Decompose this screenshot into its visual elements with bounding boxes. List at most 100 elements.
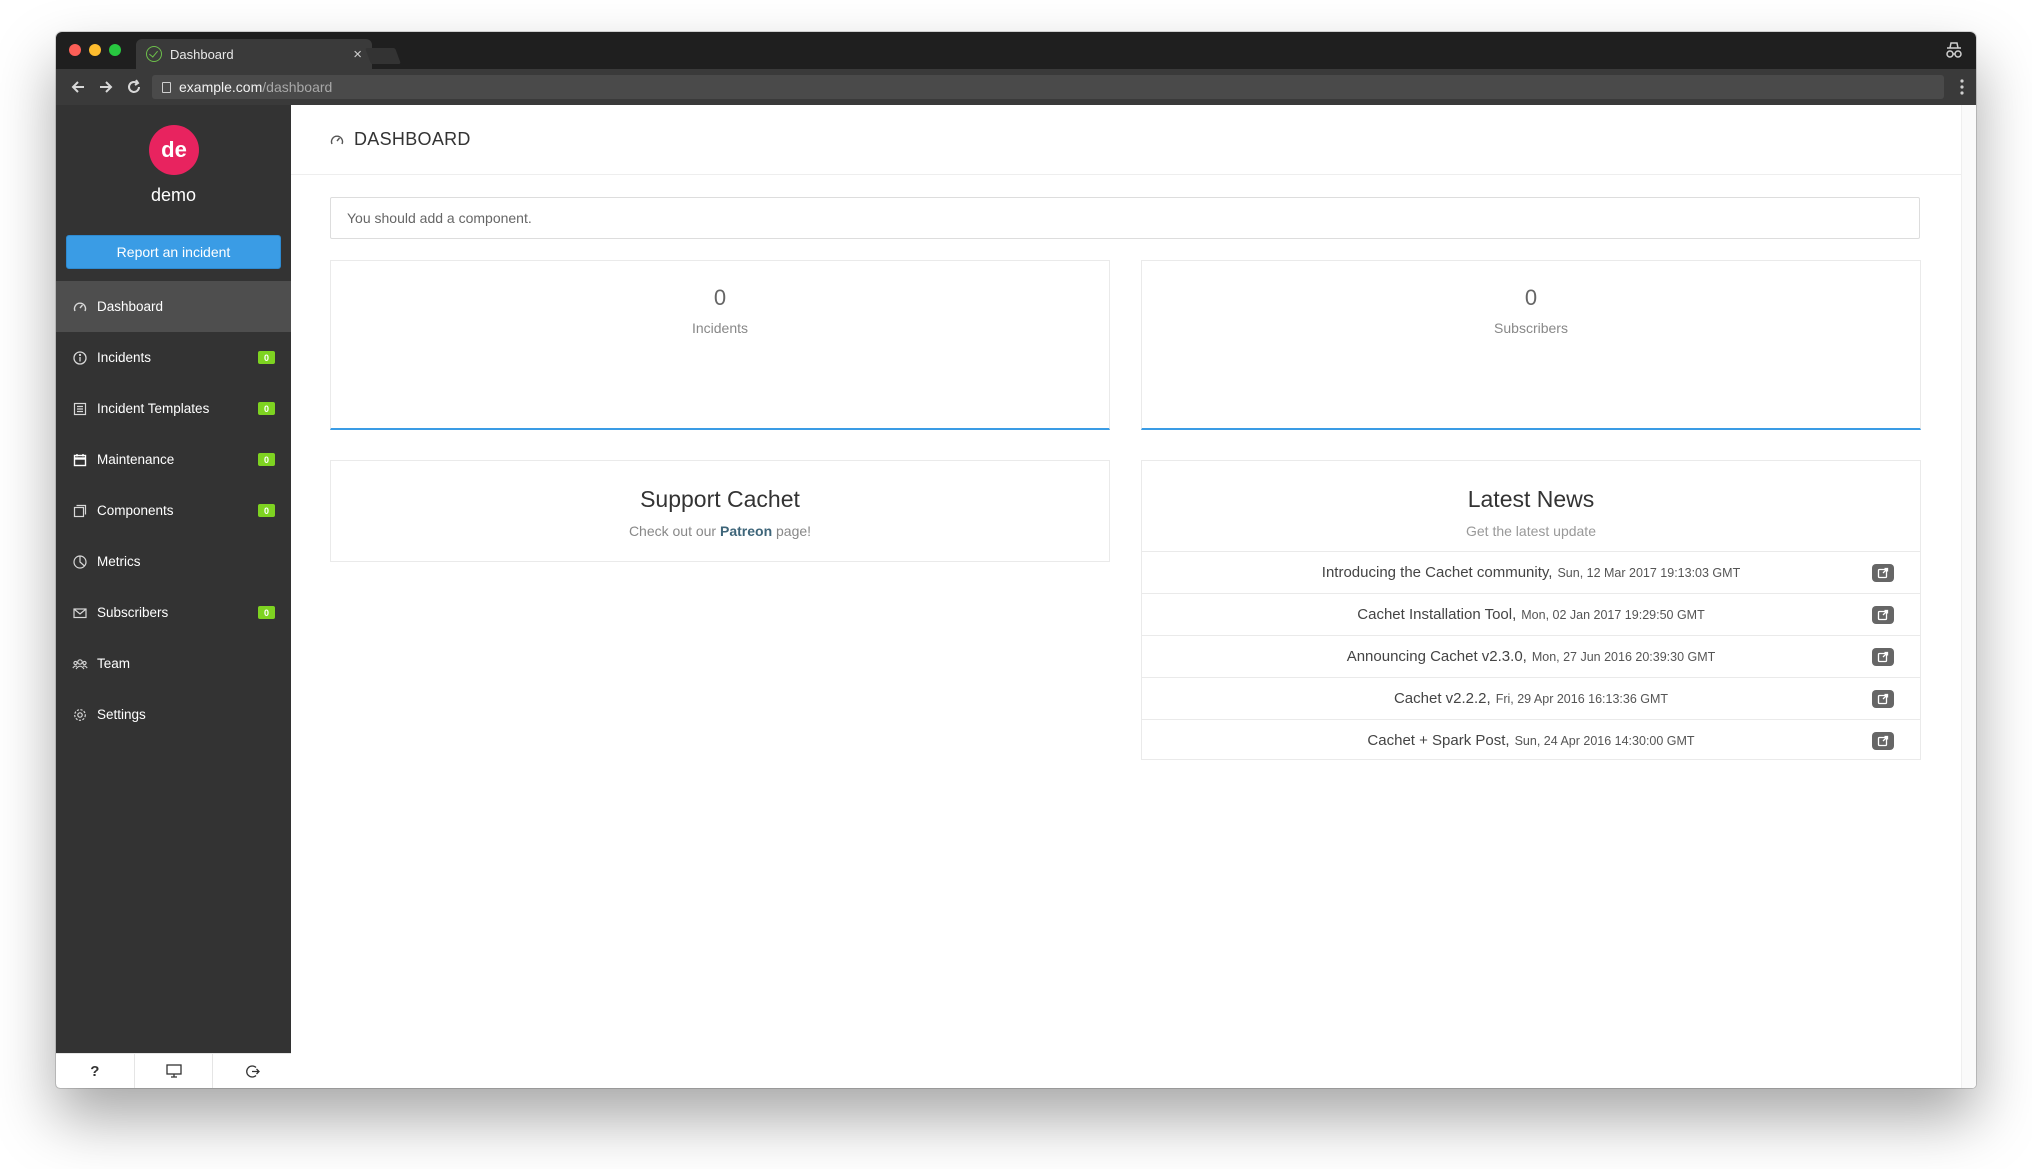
arrow-left-icon [71,81,84,93]
url-path: /dashboard [262,79,333,95]
sidebar-item-label: Team [97,656,131,671]
username: demo [150,185,197,205]
add-component-alert: You should add a component. [330,197,1920,239]
incidents-stat-card[interactable]: 0 Incidents [330,260,1110,430]
patreon-link[interactable]: Patreon [720,523,772,539]
new-tab-button[interactable] [365,48,401,64]
page-header: DASHBOARD [291,105,1961,175]
sidebar-item-team[interactable]: Team [56,638,291,689]
maximize-window-button[interactable] [109,44,121,56]
sidebar-item-incident-templates[interactable]: Incident Templates 0 [56,383,291,434]
main-content: DASHBOARD You should add a component. 0 … [291,105,1976,1088]
sidebar-nav: Dashboard Incidents 0 Incident Templates… [56,281,291,740]
news-title: Announcing Cachet v2.3.0, [1346,648,1527,665]
template-icon [72,401,88,417]
sidebar-item-incidents[interactable]: Incidents 0 [56,332,291,383]
pie-chart-icon [72,554,88,570]
news-title: Cachet Installation Tool, [1357,606,1517,623]
browser-window: Dashboard × example.com/dashboard de dem… [56,32,1976,1088]
sidebar-footer: ? [56,1053,291,1088]
browser-toolbar: example.com/dashboard [56,69,1976,105]
sidebar-item-metrics[interactable]: Metrics [56,536,291,587]
news-item[interactable]: Cachet Installation Tool, Mon, 02 Jan 201… [1142,593,1920,635]
address-bar[interactable]: example.com/dashboard [152,75,1944,99]
news-date: Mon, 27 Jun 2016 20:39:30 GMT [1531,649,1716,664]
sidebar: de demo Report an incident Dashboard Inc… [56,105,291,1088]
sidebar-item-settings[interactable]: Settings [56,689,291,740]
help-button[interactable]: ? [56,1054,135,1088]
card-title: Latest News [1467,486,1595,512]
news-title: Cachet v2.2.2, [1393,690,1491,707]
news-item[interactable]: Cachet v2.2.2, Fri, 29 Apr 2016 16:13:36 … [1142,677,1920,719]
url-host: example.com [179,79,263,95]
dashboard-icon [330,132,346,148]
subscribers-stat-card[interactable]: 0 Subscribers [1141,260,1921,430]
news-item[interactable]: Cachet + Spark Post, Sun, 24 Apr 2016 14:… [1142,719,1920,761]
arrow-right-icon [100,81,113,93]
news-date: Sun, 24 Apr 2016 14:30:00 GMT [1514,733,1695,748]
logout-button[interactable] [213,1054,291,1088]
external-link-icon[interactable] [1872,648,1894,666]
page-icon [162,81,171,93]
news-date: Mon, 02 Jan 2017 19:29:50 GMT [1521,607,1705,622]
envelope-icon [72,605,88,621]
card-title: Support Cachet [640,486,800,512]
news-list: Introducing the Cachet community, Sun, 12… [1142,551,1920,761]
news-title: Introducing the Cachet community, [1321,564,1553,581]
stat-value: 0 [1524,285,1538,310]
news-item[interactable]: Introducing the Cachet community, Sun, 12… [1142,551,1920,593]
tab-title: Dashboard [170,46,234,62]
check-circle-icon [146,46,162,62]
latest-news-card: Latest News Get the latest update Introd… [1141,460,1921,760]
status-page-button[interactable] [135,1054,214,1088]
browser-tab[interactable]: Dashboard × [136,39,372,69]
reload-icon [128,79,140,93]
sidebar-item-dashboard[interactable]: Dashboard [56,281,291,332]
sidebar-item-maintenance[interactable]: Maintenance 0 [56,434,291,485]
back-button[interactable] [64,73,92,101]
news-item[interactable]: Announcing Cachet v2.3.0, Mon, 27 Jun 201… [1142,635,1920,677]
external-link-icon[interactable] [1872,732,1894,750]
tab-bar: Dashboard × [56,32,1976,69]
news-date: Fri, 29 Apr 2016 16:13:36 GMT [1495,691,1669,706]
support-text-after: page! [772,523,812,539]
incognito-icon [1944,41,1964,59]
scrollbar-track[interactable] [1961,105,1976,1088]
dashboard-icon [72,299,88,315]
count-badge: 0 [258,606,275,619]
count-badge: 0 [258,504,275,517]
calendar-icon [72,452,88,468]
page-title: DASHBOARD [354,129,471,149]
reload-button[interactable] [120,73,148,101]
avatar[interactable]: de [149,125,199,175]
gear-icon [72,707,88,723]
news-title: Cachet + Spark Post, [1367,732,1510,749]
sidebar-item-label: Settings [97,707,146,722]
browser-menu-icon[interactable] [1960,79,1964,95]
external-link-icon[interactable] [1872,690,1894,708]
support-text-before: Check out our [628,523,720,539]
sidebar-item-label: Metrics [97,554,141,569]
sidebar-item-label: Dashboard [97,299,164,314]
sidebar-item-subscribers[interactable]: Subscribers 0 [56,587,291,638]
stat-label: Incidents [691,320,749,336]
count-badge: 0 [258,453,275,466]
sidebar-item-components[interactable]: Components 0 [56,485,291,536]
card-subtitle: Check out our Patreon page! [331,523,1109,539]
support-cachet-card: Support Cachet Check out our Patreon pag… [330,460,1110,562]
minimize-window-button[interactable] [89,44,101,56]
logout-icon [245,1064,260,1078]
stat-label: Subscribers [1494,320,1568,336]
team-icon [72,656,88,672]
card-subtitle: Get the latest update [1466,523,1596,539]
count-badge: 0 [258,351,275,364]
news-date: Sun, 12 Mar 2017 19:13:03 GMT [1557,565,1741,580]
external-link-icon[interactable] [1872,564,1894,582]
tab-close-icon[interactable]: × [353,46,362,63]
help-icon: ? [90,1062,100,1080]
report-incident-button[interactable]: Report an incident [66,235,281,269]
forward-button[interactable] [92,73,120,101]
monitor-icon [165,1064,182,1078]
close-window-button[interactable] [69,44,81,56]
external-link-icon[interactable] [1872,606,1894,624]
